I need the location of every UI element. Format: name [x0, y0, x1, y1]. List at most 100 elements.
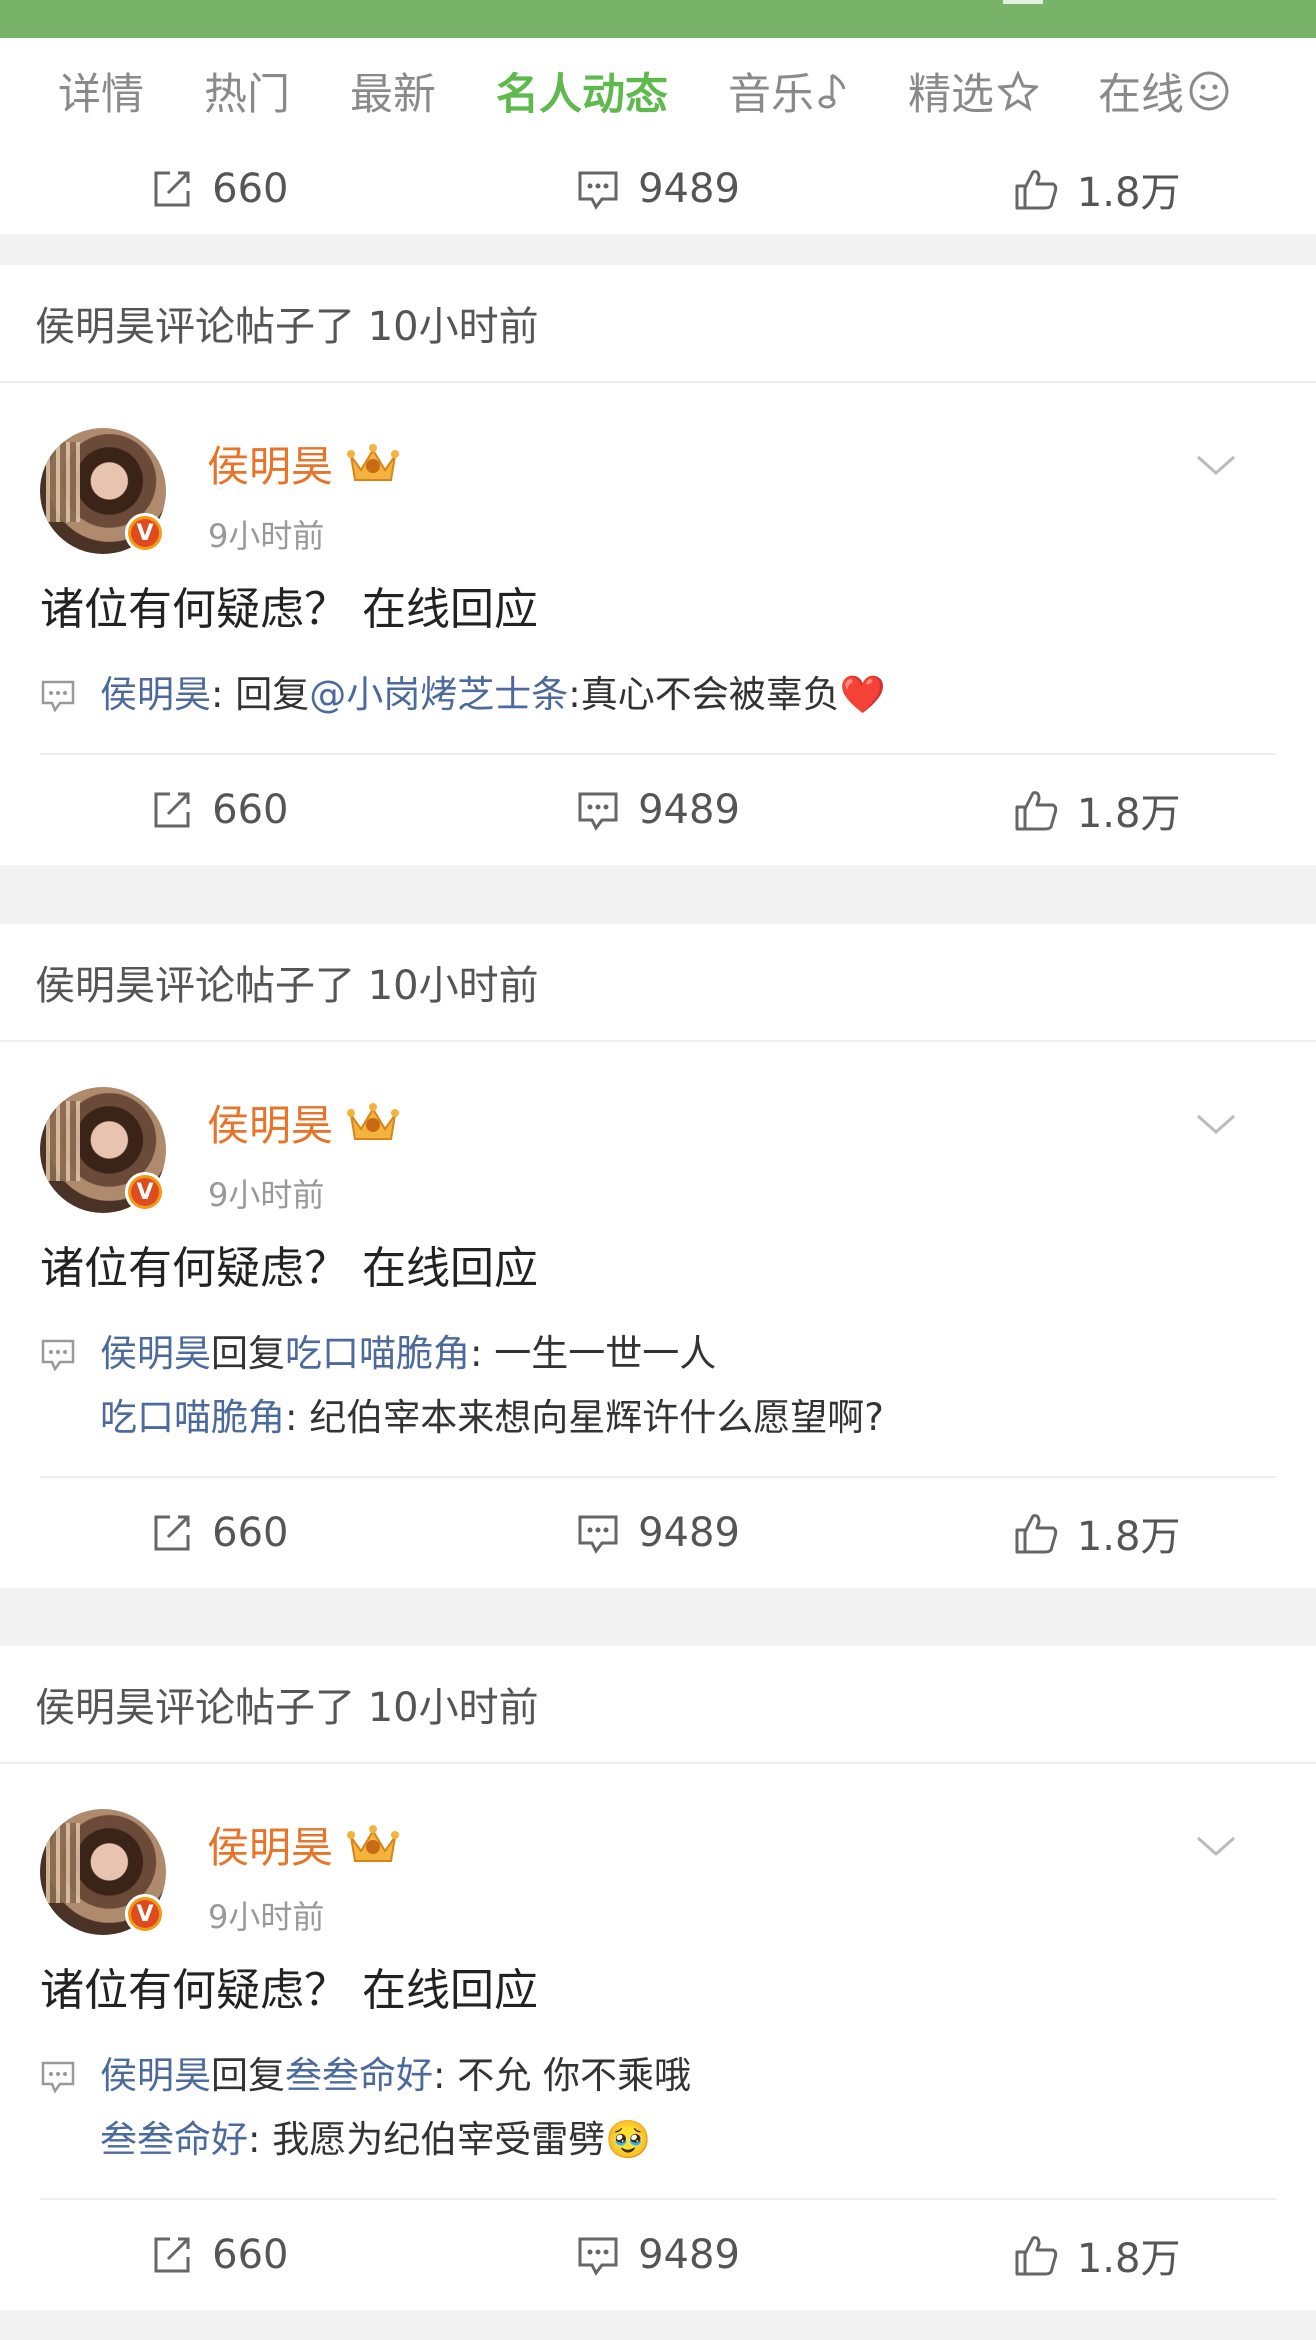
reply-block: 侯明昊: 回复@小岗烤芝士条:真心不会被辜负❤️ [40, 663, 1276, 755]
chevron-down-icon[interactable] [1196, 1112, 1236, 1136]
section-header: 侯明昊评论帖子了 10小时前 [0, 265, 1316, 383]
repost-button[interactable]: 660 [0, 787, 439, 833]
tab-label: 在线 [1098, 70, 1184, 120]
reply-author-link[interactable]: 侯明昊 [100, 673, 211, 716]
reply-verb: 回复 [211, 1332, 285, 1375]
repost-count: 660 [212, 787, 289, 833]
like-button[interactable]: 1.8万 [877, 1504, 1316, 1562]
comment-count: 9489 [638, 787, 740, 833]
tab-details[interactable]: 详情 [58, 60, 144, 122]
comment-icon [41, 680, 75, 713]
comment-icon [578, 171, 618, 210]
repost-count: 660 [212, 1510, 289, 1556]
reply-line: 侯明昊回复吃口喵脆角: 一生一世一人 [40, 1322, 1276, 1386]
like-count: 1.8万 [1076, 170, 1181, 216]
like-count: 1.8万 [1076, 791, 1181, 837]
thumbs-up-icon [1015, 791, 1058, 831]
repost-button[interactable]: 660 [0, 1510, 439, 1556]
reply-verb: 回复 [211, 2054, 285, 2097]
status-bar-indicator [1003, 0, 1043, 4]
repost-button[interactable]: 660 [0, 2232, 439, 2278]
chevron-down-icon[interactable] [1196, 453, 1236, 477]
reply-target-link[interactable]: @小岗烤芝士条 [309, 673, 568, 716]
username-link[interactable]: 侯明昊 [207, 1092, 401, 1153]
repost-count: 660 [212, 166, 289, 212]
like-button[interactable]: 1.8万 [877, 160, 1316, 218]
comment-count: 9489 [638, 1510, 740, 1556]
post-card: V 侯明昊 9小时前 诸位有何疑虑？ 在线回应 侯明昊回复吃口喵脆角: 一生一世… [0, 1042, 1316, 1588]
comment-icon [578, 1515, 618, 1554]
username: 侯明昊 [207, 1101, 334, 1150]
reply-author-link[interactable]: 侯明昊 [100, 1332, 211, 1375]
comment-icon [41, 1339, 75, 1372]
comment-icon [41, 2061, 75, 2094]
post-actions: 660 9489 1.8万 [0, 755, 1316, 865]
reply-author-link[interactable]: 侯明昊 [100, 2054, 211, 2097]
comment-button[interactable]: 9489 [439, 787, 878, 833]
username: 侯明昊 [207, 442, 334, 491]
activity-section: 侯明昊评论帖子了 10小时前 V 侯明昊 9小时前 诸位有何疑虑？ 在线回应 侯… [0, 924, 1316, 1588]
quoted-comment-line: 叁叁命好: 我愿为纪伯宰受雷劈🥹 [40, 2108, 1276, 2172]
status-bar [0, 0, 1316, 38]
tab-hot[interactable]: 热门 [204, 60, 290, 122]
quoted-author-link[interactable]: 叁叁命好 [100, 2118, 248, 2161]
post-content: 诸位有何疑虑？ 在线回应 [40, 584, 538, 635]
crown-icon [347, 1102, 400, 1140]
repost-button[interactable]: 660 [0, 166, 439, 212]
heart-emoji: ❤️ [839, 673, 886, 716]
crying-emoji: 🥹 [605, 2118, 652, 2161]
tab-label: 最新 [350, 70, 436, 120]
quoted-author-link[interactable]: 吃口喵脆角 [100, 1396, 285, 1439]
like-button[interactable]: 1.8万 [877, 781, 1316, 839]
crown-icon [347, 1824, 400, 1862]
reply-target-link[interactable]: 叁叁命好 [285, 2054, 433, 2097]
comment-button[interactable]: 9489 [439, 2232, 878, 2278]
reply-line: 侯明昊回复叁叁命好: 不允 你不乘哦 [40, 2044, 1276, 2108]
repost-count: 660 [212, 2232, 289, 2278]
comment-button[interactable]: 9489 [439, 1510, 878, 1556]
reply-text: : 不允 你不乘哦 [433, 2054, 691, 2097]
quoted-comment-line: 吃口喵脆角: 纪伯宰本来想向星辉许什么愿望啊? [40, 1386, 1276, 1450]
tab-label: 音乐 [728, 70, 814, 120]
quoted-text: : 纪伯宰本来想向星辉许什么愿望啊? [285, 1396, 884, 1439]
tab-label: 详情 [58, 70, 144, 120]
quoted-text: : 我愿为纪伯宰受雷劈 [248, 2118, 606, 2161]
tab-featured[interactable]: 精选 [908, 60, 1038, 122]
reply-verb: : 回复 [211, 673, 310, 716]
chevron-down-icon[interactable] [1196, 1834, 1236, 1858]
comment-count: 9489 [638, 166, 740, 212]
verified-badge-icon: V [125, 1172, 165, 1212]
tab-latest[interactable]: 最新 [350, 60, 436, 122]
post-card: V 侯明昊 9小时前 诸位有何疑虑？ 在线回应 侯明昊回复叁叁命好: 不允 你不… [0, 1764, 1316, 2310]
comment-button[interactable]: 9489 [439, 166, 878, 212]
share-icon [154, 2237, 190, 2273]
like-button[interactable]: 1.8万 [877, 2226, 1316, 2284]
thumbs-up-icon [1015, 170, 1058, 210]
smiley-icon [1189, 71, 1229, 111]
post-card: V 侯明昊 9小时前 诸位有何疑虑？ 在线回应 侯明昊: 回复@小岗烤芝士条:真… [0, 383, 1316, 865]
reply-target-link[interactable]: 吃口喵脆角 [285, 1332, 470, 1375]
crown-icon [347, 443, 400, 481]
like-count: 1.8万 [1076, 1514, 1181, 1560]
share-icon [154, 1515, 190, 1551]
music-note-icon [818, 73, 846, 109]
share-icon [154, 792, 190, 828]
comment-count: 9489 [638, 2232, 740, 2278]
tab-music[interactable]: 音乐 [728, 60, 848, 122]
activity-section: 侯明昊评论帖子了 10小时前 V 侯明昊 9小时前 诸位有何疑虑？ 在线回应 侯… [0, 265, 1316, 865]
section-header: 侯明昊评论帖子了 10小时前 [0, 924, 1316, 1042]
tab-online[interactable]: 在线 [1098, 60, 1230, 122]
reply-text: : 一生一世一人 [470, 1332, 717, 1375]
previous-post-actions: 660 9489 1.8万 [0, 144, 1316, 234]
thumbs-up-icon [1015, 1514, 1058, 1554]
tab-celebrity-activity[interactable]: 名人动态 [496, 60, 668, 122]
thumbs-up-icon [1015, 2236, 1058, 2276]
username: 侯明昊 [207, 1823, 334, 1872]
section-header: 侯明昊评论帖子了 10小时前 [0, 1646, 1316, 1764]
username-link[interactable]: 侯明昊 [207, 1814, 401, 1875]
username-link[interactable]: 侯明昊 [207, 433, 401, 494]
post-actions: 660 9489 1.8万 [0, 2200, 1316, 2310]
tab-label: 名人动态 [496, 70, 668, 120]
tab-label: 热门 [204, 70, 290, 120]
tab-label: 精选 [908, 70, 994, 120]
